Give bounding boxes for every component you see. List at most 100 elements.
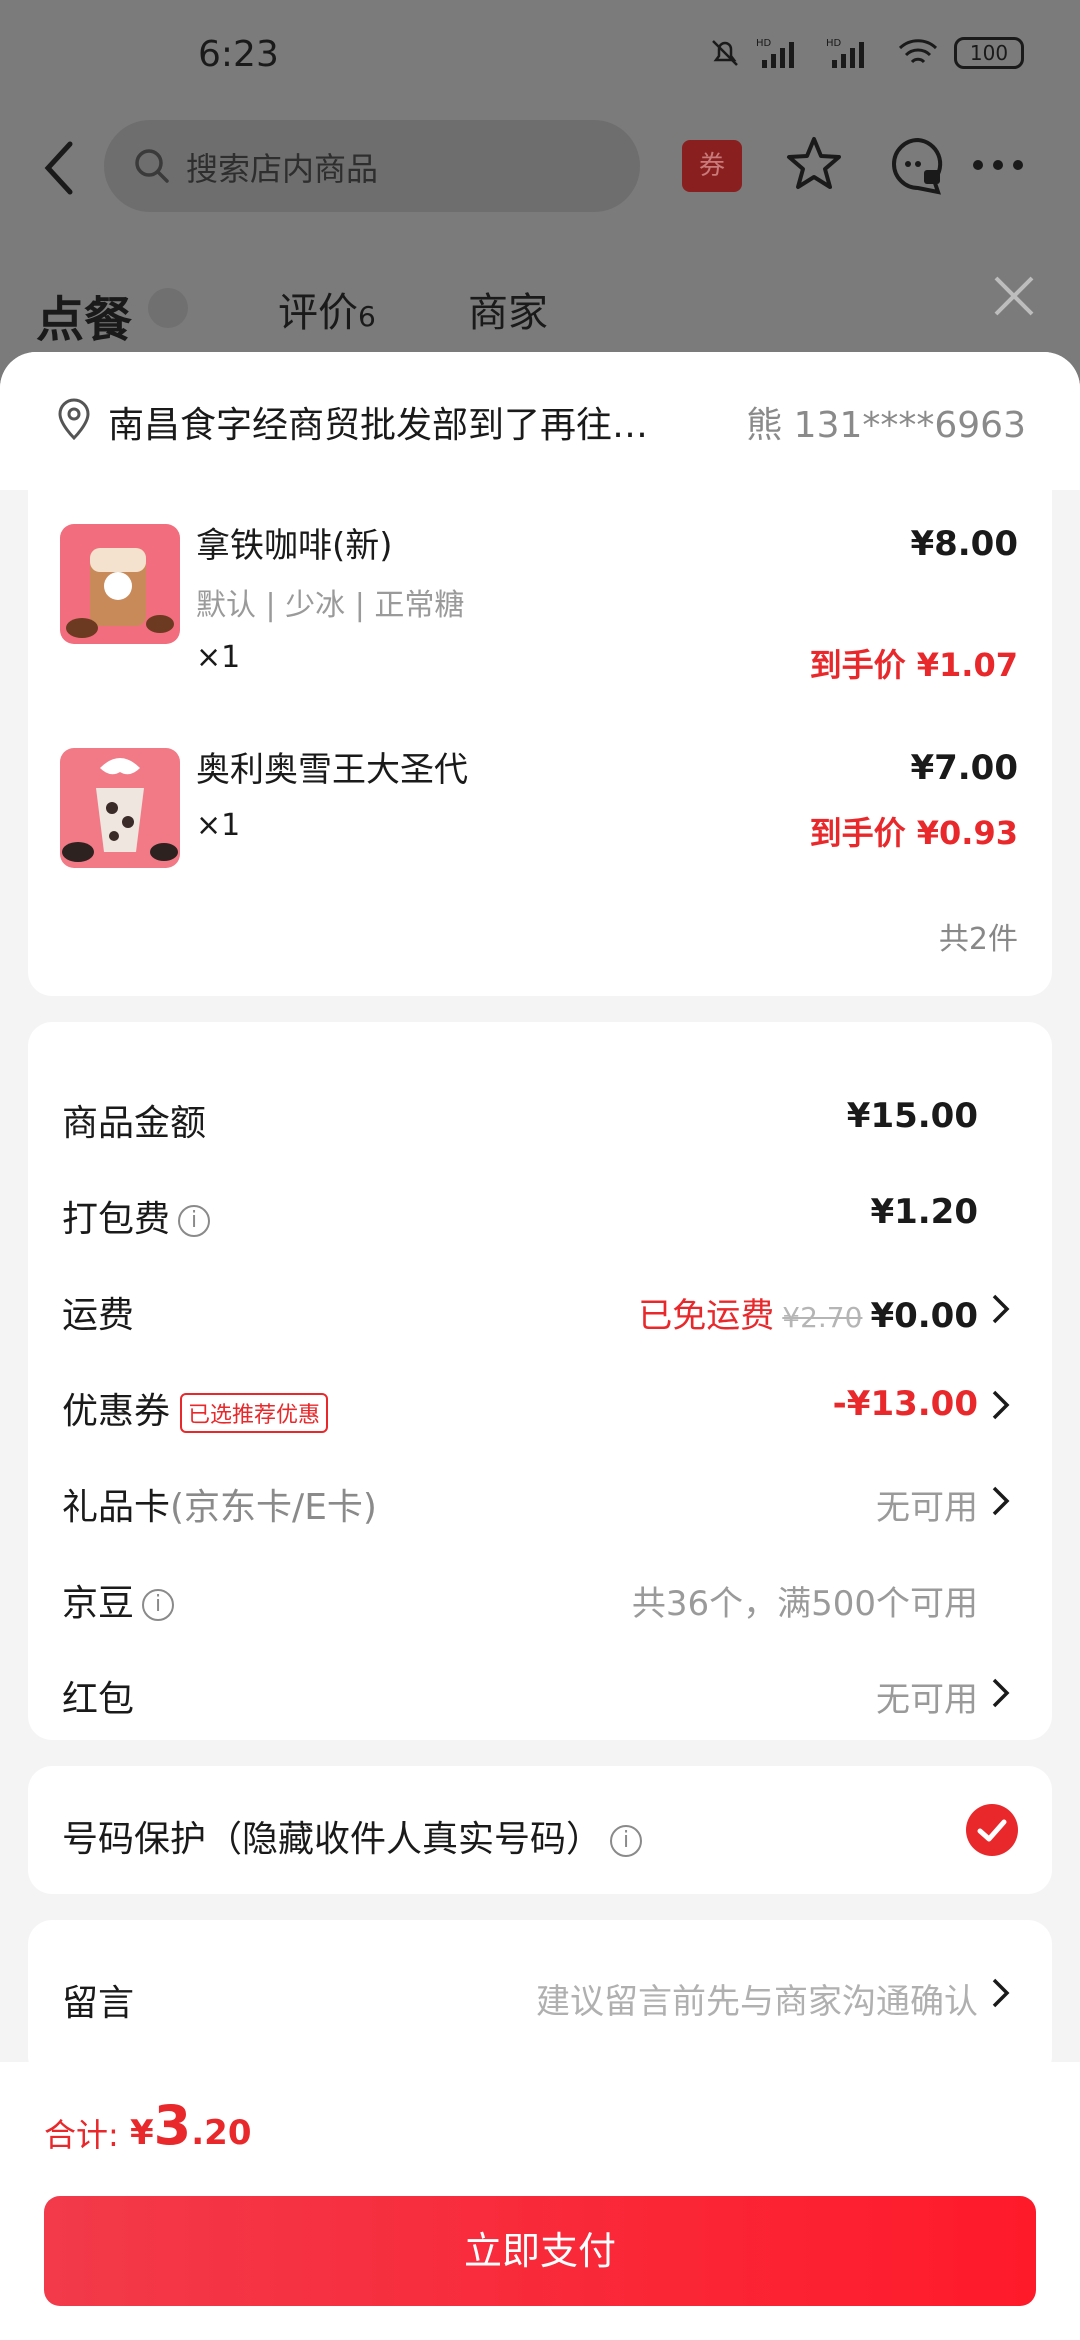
- gift-card-text: 礼品卡: [62, 1487, 171, 1528]
- item-spec: 默认 | 少冰 | 正常糖: [196, 588, 465, 623]
- checkout-sheet: 南昌食字经商贸批发部到了再往… 熊 131****6963 拿铁咖啡(新) 默认…: [0, 352, 1080, 2340]
- gift-card-label: 礼品卡(京东卡/E卡): [62, 1478, 377, 1530]
- shipping-label: 运费: [62, 1295, 135, 1336]
- number-protection-text: 号码保护（隐藏收件人真实号码）: [62, 1819, 603, 1860]
- customer-service-icon[interactable]: [886, 134, 950, 198]
- tab-order[interactable]: 点餐: [36, 280, 132, 350]
- order-items-card: 拿铁咖啡(新) 默认 | 少冰 | 正常糖 ×1 ¥8.00 到手价 ¥1.07…: [28, 490, 1052, 996]
- collapse-icon[interactable]: [148, 288, 188, 328]
- item-price: ¥8.00: [910, 524, 1018, 564]
- fees-card: 商品金额 ¥15.00 打包费 i ¥1.20 运费 已免运费 ¥2.70 ¥0.00…: [28, 1022, 1052, 1740]
- status-bar: 6:23 HD HD 100: [0, 0, 1080, 118]
- red-packet-label: 红包: [62, 1679, 135, 1720]
- red-packet-value: 无可用: [876, 1680, 978, 1720]
- svg-text:HD: HD: [826, 38, 842, 49]
- store-tabs: 点餐 评价6 商家: [0, 260, 1080, 360]
- svg-text:HD: HD: [756, 38, 772, 49]
- coupon-row[interactable]: 优惠券 已选推荐优惠 -¥13.00: [28, 1356, 1052, 1452]
- item-quantity: ×1: [196, 808, 241, 843]
- item-final-price: 到手价 ¥0.93: [809, 814, 1018, 852]
- jd-bean-row: 京豆 i 共36个，满500个可用: [28, 1548, 1052, 1644]
- favorite-star-icon[interactable]: [784, 134, 844, 194]
- total-label: 合计:: [44, 2116, 119, 2154]
- chevron-right-icon: [992, 1486, 1010, 1516]
- shipping-row[interactable]: 运费 已免运费 ¥2.70 ¥0.00: [28, 1260, 1052, 1356]
- search-placeholder: 搜索店内商品: [186, 150, 379, 188]
- packing-fee-row: 打包费 i ¥1.20: [28, 1164, 1052, 1260]
- signal-icon: HD: [756, 38, 794, 68]
- jd-bean-text: 京豆: [62, 1583, 135, 1624]
- sundae-thumbnail[interactable]: [60, 748, 180, 868]
- item-quantity: ×1: [196, 640, 241, 675]
- latte-thumbnail[interactable]: [60, 524, 180, 644]
- close-icon[interactable]: [990, 272, 1038, 320]
- coupon-icon[interactable]: 券: [682, 140, 742, 192]
- recipient-contact: 熊 131****6963: [746, 405, 1026, 446]
- tab-reviews[interactable]: 评价6: [278, 280, 376, 338]
- item-price: ¥7.00: [910, 748, 1018, 788]
- gift-card-row[interactable]: 礼品卡(京东卡/E卡) 无可用: [28, 1452, 1052, 1548]
- shipping-original-price: ¥2.70: [782, 1301, 863, 1334]
- checkout-footer: 合计: ¥3.20 立即支付: [0, 2062, 1080, 2340]
- shipping-free-text: 已免运费: [638, 1296, 775, 1336]
- items-count: 共2件: [938, 922, 1018, 957]
- jd-bean-value: 共36个，满500个可用: [631, 1584, 978, 1624]
- status-icons: HD HD 100: [708, 36, 1024, 70]
- coupon-label-text: 优惠券: [62, 1391, 171, 1432]
- back-arrow-icon[interactable]: [40, 138, 80, 198]
- coupon-label: 优惠券 已选推荐优惠: [62, 1382, 329, 1434]
- sundae-image: [60, 748, 180, 868]
- goods-amount-value: ¥15.00: [846, 1096, 978, 1136]
- shipping-price: ¥0.00: [870, 1296, 978, 1336]
- signal-icon-2: HD: [826, 38, 864, 68]
- packing-fee-value: ¥1.20: [870, 1192, 978, 1232]
- pay-now-button[interactable]: 立即支付: [44, 2196, 1036, 2306]
- chevron-right-icon: [992, 1294, 1010, 1324]
- total-integer: 3: [153, 2094, 192, 2157]
- more-icon[interactable]: [970, 150, 1026, 180]
- total-currency: ¥: [130, 2113, 154, 2153]
- tab-reviews-label: 评价: [278, 290, 358, 336]
- gift-card-value: 无可用: [876, 1488, 978, 1528]
- mute-bell-icon: [712, 40, 738, 66]
- number-protection-card: 号码保护（隐藏收件人真实号码） i: [28, 1766, 1052, 1894]
- packing-fee-label: 打包费 i: [62, 1190, 211, 1242]
- item-name: 拿铁咖啡(新): [196, 526, 393, 566]
- shipping-value-group: 已免运费 ¥2.70 ¥0.00: [638, 1288, 978, 1337]
- goods-amount-row: 商品金额 ¥15.00: [28, 1068, 1052, 1164]
- delivery-address: 南昌食字经商贸批发部到了再往…: [108, 405, 649, 446]
- wifi-icon: [898, 39, 938, 64]
- address-bar[interactable]: 南昌食字经商贸批发部到了再往… 熊 131****6963: [0, 352, 1080, 490]
- battery-icon: 100: [954, 37, 1024, 69]
- info-icon[interactable]: i: [178, 1205, 211, 1237]
- total-amount: ¥3.20: [130, 2094, 251, 2157]
- latte-image: [60, 524, 180, 644]
- item-name: 奥利奥雪王大圣代: [196, 750, 468, 790]
- chevron-right-icon: [992, 1978, 1010, 2008]
- status-time: 6:23: [198, 34, 279, 75]
- checkmark-icon: [977, 1819, 1007, 1842]
- total-decimal: .20: [191, 2113, 252, 2153]
- item-final-price: 到手价 ¥1.07: [809, 646, 1018, 684]
- coupon-tag-badge: 已选推荐优惠: [180, 1393, 329, 1433]
- location-pin-icon: [58, 398, 90, 441]
- message-label: 留言: [62, 1983, 135, 2024]
- info-icon[interactable]: i: [142, 1589, 175, 1621]
- goods-amount-label: 商品金额: [62, 1103, 207, 1144]
- gift-card-sub: (京东卡/E卡): [170, 1487, 377, 1528]
- tab-reviews-count: 6: [358, 300, 376, 333]
- info-icon[interactable]: i: [610, 1825, 643, 1857]
- red-packet-row[interactable]: 红包 无可用: [28, 1644, 1052, 1740]
- jd-bean-label: 京豆 i: [62, 1574, 175, 1626]
- number-protection-label: 号码保护（隐藏收件人真实号码） i: [62, 1810, 643, 1862]
- coupon-value: -¥13.00: [832, 1384, 978, 1424]
- chevron-right-icon: [992, 1678, 1010, 1708]
- message-card[interactable]: 留言 建议留言前先与商家沟通确认: [28, 1920, 1052, 2080]
- chevron-right-icon: [992, 1390, 1010, 1420]
- search-input[interactable]: 搜索店内商品: [104, 120, 640, 212]
- search-icon: [135, 149, 169, 183]
- message-input[interactable]: 建议留言前先与商家沟通确认: [536, 1974, 978, 2023]
- packing-fee-text: 打包费: [62, 1199, 171, 1240]
- tab-merchant[interactable]: 商家: [468, 280, 548, 338]
- checkbox-checked-icon[interactable]: [966, 1804, 1018, 1856]
